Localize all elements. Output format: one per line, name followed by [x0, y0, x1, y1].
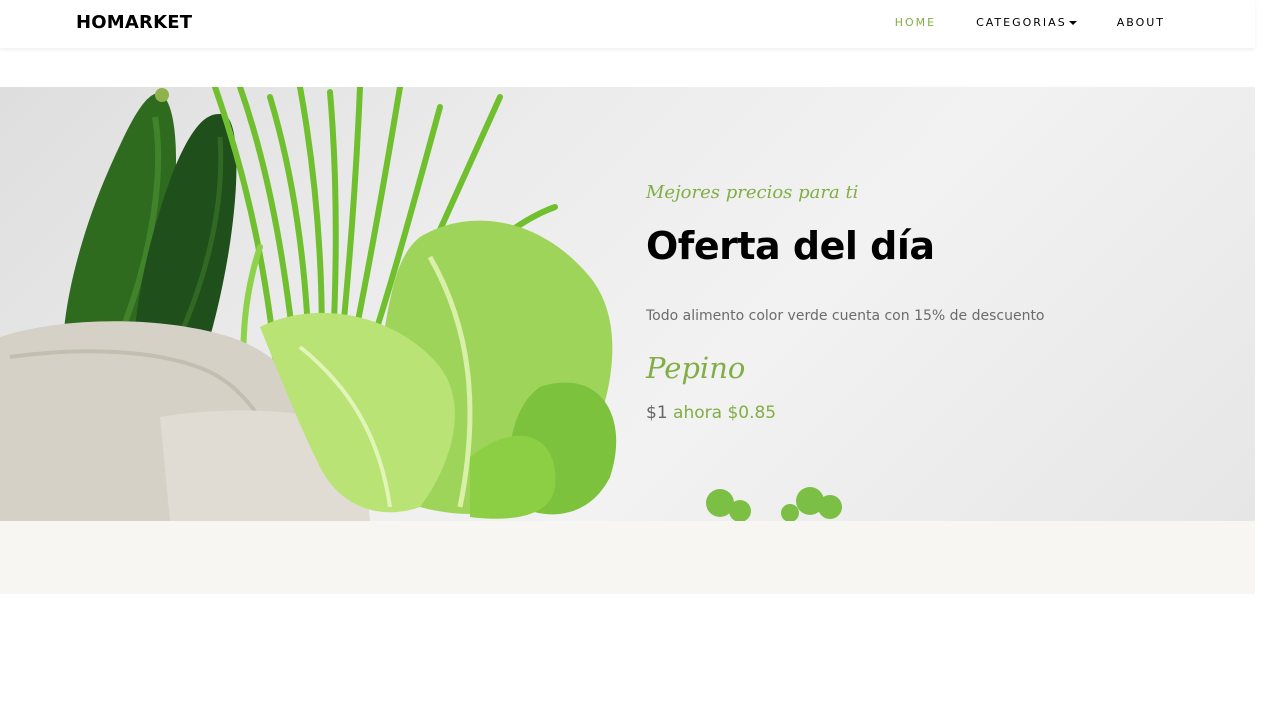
page: HOMARKET HOME CATEGORIAS ABOUT Mejores p…	[0, 0, 1255, 720]
nav-categorias-label: CATEGORIAS	[976, 16, 1067, 29]
hero-banner: Mejores precios para ti Oferta del día T…	[0, 87, 1255, 521]
vegetables-photo	[0, 87, 842, 521]
price-old: $1	[646, 403, 668, 423]
nav-about-label: ABOUT	[1116, 16, 1165, 29]
nav-categorias-dropdown[interactable]: CATEGORIAS	[976, 16, 1077, 29]
footer-band	[0, 521, 1255, 594]
caret-down-icon	[1068, 20, 1077, 25]
nav-home-label: HOME	[894, 16, 937, 29]
hero-headline: Oferta del día	[646, 224, 935, 268]
hero-subheading: Mejores precios para ti	[646, 182, 859, 203]
brand-logo[interactable]: HOMARKET	[76, 12, 192, 33]
herb-sprigs	[706, 487, 842, 521]
hero-description: Todo alimento color verde cuenta con 15%…	[646, 308, 1045, 324]
nav-links: HOME CATEGORIAS ABOUT	[855, 16, 1165, 29]
price-line: $1 ahora $0.85	[646, 403, 776, 423]
top-navbar: HOMARKET HOME CATEGORIAS ABOUT	[0, 0, 1255, 48]
product-name: Pepino	[646, 351, 746, 385]
nav-home-link[interactable]: HOME	[895, 16, 936, 29]
price-new: ahora $0.85	[673, 403, 777, 423]
nav-about-link[interactable]: ABOUT	[1117, 16, 1165, 29]
